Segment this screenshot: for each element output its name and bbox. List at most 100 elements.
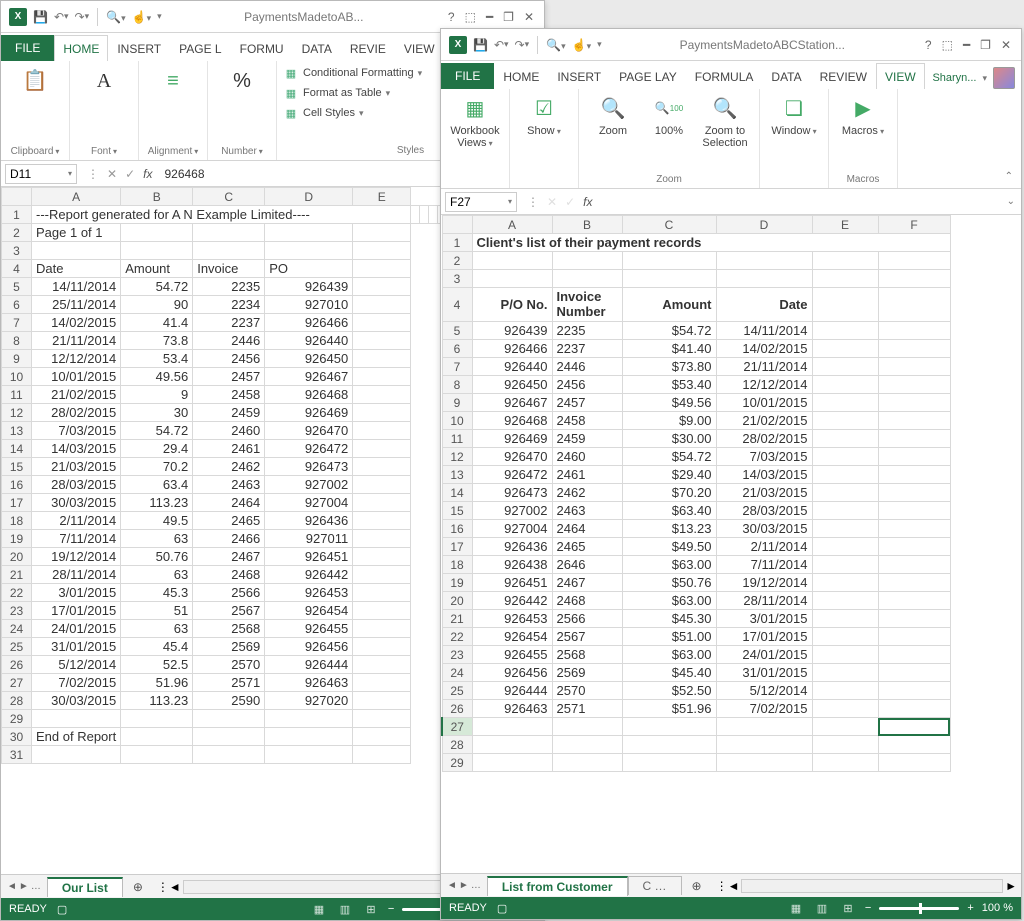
row-header-16[interactable]: 16 bbox=[2, 476, 32, 494]
cell-C21[interactable]: $45.30 bbox=[622, 610, 716, 628]
print-preview-icon[interactable]: 🔍▾ bbox=[546, 38, 565, 52]
cell-E29[interactable] bbox=[353, 710, 411, 728]
row-header-14[interactable]: 14 bbox=[2, 440, 32, 458]
sheet-tab-our-list[interactable]: Our List bbox=[47, 877, 123, 897]
cell-C7[interactable]: 2237 bbox=[193, 314, 265, 332]
hscroll-left[interactable]: ◄ bbox=[728, 879, 740, 893]
row-header-18[interactable]: 18 bbox=[442, 556, 472, 574]
row-header-24[interactable]: 24 bbox=[2, 620, 32, 638]
cell-E13[interactable] bbox=[353, 422, 411, 440]
cell-E4[interactable] bbox=[353, 260, 411, 278]
col-header-A[interactable]: A bbox=[32, 188, 121, 206]
cell-B27[interactable]: 51.96 bbox=[121, 674, 193, 692]
zoom-out-button[interactable]: − bbox=[865, 902, 871, 914]
cell-A8[interactable]: 926450 bbox=[472, 376, 552, 394]
select-all-corner[interactable] bbox=[442, 216, 472, 234]
row-header-25[interactable]: 25 bbox=[2, 638, 32, 656]
sheet-tab-c[interactable]: C … bbox=[628, 876, 682, 895]
row-header-29[interactable]: 29 bbox=[2, 710, 32, 728]
cell-D29[interactable] bbox=[265, 710, 353, 728]
cell-D28[interactable] bbox=[716, 736, 812, 754]
cell-B16[interactable]: 2464 bbox=[552, 520, 622, 538]
cell-F25[interactable] bbox=[878, 682, 950, 700]
tab-scroll-left[interactable]: ◄ bbox=[447, 880, 457, 891]
cell-E18[interactable] bbox=[812, 556, 878, 574]
tab-insert[interactable]: INSERT bbox=[548, 63, 610, 89]
row-header-12[interactable]: 12 bbox=[442, 448, 472, 466]
cell-E26[interactable] bbox=[353, 656, 411, 674]
cell-A22[interactable]: 926454 bbox=[472, 628, 552, 646]
cell-E15[interactable] bbox=[812, 502, 878, 520]
cell-D17[interactable]: 2/11/2014 bbox=[716, 538, 812, 556]
tab-data[interactable]: DATA bbox=[293, 35, 341, 61]
new-sheet-button[interactable]: ⊕ bbox=[682, 879, 712, 893]
cell-A26[interactable]: 926463 bbox=[472, 700, 552, 718]
cell-C19[interactable]: 2466 bbox=[193, 530, 265, 548]
cell-B28[interactable] bbox=[552, 736, 622, 754]
cell-E23[interactable] bbox=[812, 646, 878, 664]
cell-D13[interactable]: 14/03/2015 bbox=[716, 466, 812, 484]
row-header-19[interactable]: 19 bbox=[2, 530, 32, 548]
select-all-corner[interactable] bbox=[2, 188, 32, 206]
zoom-level[interactable]: 100 % bbox=[982, 902, 1013, 914]
cell-F28[interactable] bbox=[878, 736, 950, 754]
cell-E5[interactable] bbox=[812, 322, 878, 340]
cell-B11[interactable]: 9 bbox=[121, 386, 193, 404]
cell-F17[interactable] bbox=[878, 538, 950, 556]
cell-A3[interactable] bbox=[32, 242, 121, 260]
cell-F23[interactable] bbox=[878, 646, 950, 664]
cell-D16[interactable]: 30/03/2015 bbox=[716, 520, 812, 538]
cell-B24[interactable]: 63 bbox=[121, 620, 193, 638]
cell-C5[interactable]: $54.72 bbox=[622, 322, 716, 340]
close-button[interactable]: ✕ bbox=[524, 10, 534, 24]
tab-home[interactable]: HOME bbox=[494, 63, 548, 89]
cell-A17[interactable]: 30/03/2015 bbox=[32, 494, 121, 512]
zoom-out-button[interactable]: − bbox=[388, 903, 394, 915]
cell-D22[interactable]: 17/01/2015 bbox=[716, 628, 812, 646]
close-button[interactable]: ✕ bbox=[1001, 38, 1011, 52]
cell-C23[interactable]: 2567 bbox=[193, 602, 265, 620]
cell-E16[interactable] bbox=[353, 476, 411, 494]
row-header-24[interactable]: 24 bbox=[442, 664, 472, 682]
ribbon-display-button[interactable]: ⬚ bbox=[942, 38, 953, 52]
cell-D23[interactable]: 24/01/2015 bbox=[716, 646, 812, 664]
redo-button[interactable]: ↷▾ bbox=[515, 38, 530, 52]
page-layout-view-icon[interactable]: ▥ bbox=[336, 902, 354, 916]
row-header-11[interactable]: 11 bbox=[2, 386, 32, 404]
hscroll-right[interactable]: ► bbox=[1005, 879, 1017, 893]
cell-D30[interactable] bbox=[265, 728, 353, 746]
cell-D18[interactable]: 7/11/2014 bbox=[716, 556, 812, 574]
row-header-5[interactable]: 5 bbox=[442, 322, 472, 340]
name-box[interactable]: F27▾ bbox=[445, 192, 517, 212]
cell-D4[interactable]: PO bbox=[265, 260, 353, 278]
cell-B2[interactable] bbox=[121, 224, 193, 242]
row-header-9[interactable]: 9 bbox=[442, 394, 472, 412]
tab-file[interactable]: FILE bbox=[1, 35, 54, 61]
cell-C26[interactable]: 2570 bbox=[193, 656, 265, 674]
hscroll-track[interactable] bbox=[741, 879, 1003, 893]
maximize-button[interactable]: ❐ bbox=[503, 10, 514, 24]
cell-A17[interactable]: 926436 bbox=[472, 538, 552, 556]
cell-D24[interactable]: 31/01/2015 bbox=[716, 664, 812, 682]
col-header-D[interactable]: D bbox=[265, 188, 353, 206]
cell-E7[interactable] bbox=[812, 358, 878, 376]
help-button[interactable]: ? bbox=[448, 10, 455, 24]
cell-E27[interactable] bbox=[353, 674, 411, 692]
cell-A19[interactable]: 926451 bbox=[472, 574, 552, 592]
cell-D7[interactable]: 926466 bbox=[265, 314, 353, 332]
font-button[interactable]: A bbox=[78, 65, 130, 97]
cell-E9[interactable] bbox=[353, 350, 411, 368]
cell-B17[interactable]: 113.23 bbox=[121, 494, 193, 512]
cell-A19[interactable]: 7/11/2014 bbox=[32, 530, 121, 548]
cell-A29[interactable] bbox=[472, 754, 552, 772]
cell-A16[interactable]: 28/03/2015 bbox=[32, 476, 121, 494]
row-header-7[interactable]: 7 bbox=[2, 314, 32, 332]
cell-E12[interactable] bbox=[812, 448, 878, 466]
cell-B14[interactable]: 2462 bbox=[552, 484, 622, 502]
cell-F26[interactable] bbox=[878, 700, 950, 718]
cell-D11[interactable]: 28/02/2015 bbox=[716, 430, 812, 448]
row-header-13[interactable]: 13 bbox=[442, 466, 472, 484]
cell-C14[interactable]: 2461 bbox=[193, 440, 265, 458]
cell-A20[interactable]: 19/12/2014 bbox=[32, 548, 121, 566]
cell-F12[interactable] bbox=[878, 448, 950, 466]
